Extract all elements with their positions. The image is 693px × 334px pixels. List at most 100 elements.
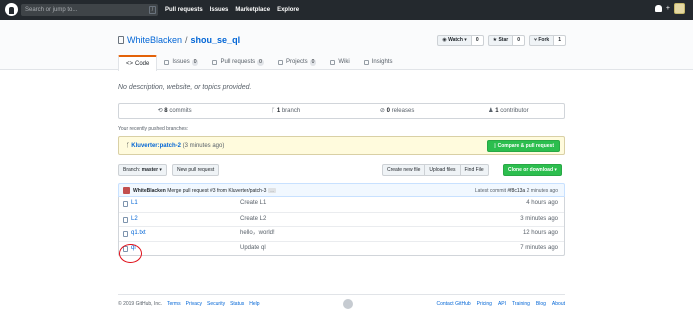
- commit-expand-button[interactable]: ...: [268, 188, 276, 193]
- file-commit-message[interactable]: Create L1: [240, 197, 266, 210]
- repo-name-link[interactable]: shou_se_ql: [191, 35, 241, 45]
- file-age: 4 hours ago: [526, 200, 558, 206]
- footer-link[interactable]: Blog: [536, 301, 546, 307]
- header-nav: Pull requests Issues Marketplace Explore: [165, 0, 299, 20]
- create-new-file-button[interactable]: Create new file: [382, 164, 426, 176]
- watch-group: ◉ Watch ▾ 0: [437, 35, 484, 46]
- repo-actions: ◉ Watch ▾ 0 ★ Star 0 ⑂ Fork 1: [437, 35, 566, 46]
- pr-counter: 0: [257, 59, 264, 66]
- footer-right: Contact GitHub Pricing API Training Blog…: [436, 301, 565, 307]
- github-logo-icon[interactable]: [5, 3, 18, 16]
- watch-button[interactable]: ◉ Watch ▾: [437, 35, 472, 46]
- recent-branches-label: Your recently pushed branches:: [118, 126, 189, 132]
- nav-marketplace[interactable]: Marketplace: [235, 7, 270, 13]
- search-placeholder: Search or jump to...: [25, 7, 78, 13]
- upload-files-button[interactable]: Upload files: [424, 164, 461, 176]
- recent-branch: ᚴ Kluverter:patch-2 (3 minutes ago): [126, 143, 224, 149]
- footer-link[interactable]: API: [498, 301, 506, 307]
- branch-select[interactable]: Branch: master ▾: [118, 164, 167, 176]
- nav-explore[interactable]: Explore: [277, 7, 299, 13]
- star-group: ★ Star 0: [487, 35, 525, 46]
- file-name-link[interactable]: L2: [131, 213, 138, 226]
- footer-link[interactable]: Status: [230, 301, 244, 307]
- footer-link[interactable]: Pricing: [477, 301, 492, 307]
- commit-message-link[interactable]: Merge pull request #3 from Kluverter/pat…: [167, 188, 266, 194]
- file-name-link[interactable]: q1.txt: [131, 227, 146, 240]
- recent-branch-flash: ᚴ Kluverter:patch-2 (3 minutes ago) ▯ Co…: [118, 136, 565, 155]
- tab-pull-requests[interactable]: Pull requests 0: [205, 55, 270, 70]
- pull-request-icon: [212, 60, 218, 65]
- footer-copyright: © 2019 GitHub, Inc.: [118, 301, 162, 307]
- file-commit-message[interactable]: Update ql: [240, 242, 266, 255]
- commit-message: WhiteBlacken Merge pull request #3 from …: [133, 188, 276, 194]
- footer-link[interactable]: About: [552, 301, 565, 307]
- code-icon: <>: [126, 60, 134, 67]
- latest-commit-info: Latest commit #f8c13a 2 minutes ago: [474, 188, 558, 194]
- commits-link[interactable]: ⟲ 8 commits: [119, 104, 230, 118]
- recent-branch-time: (3 minutes ago): [182, 143, 225, 149]
- find-file-button[interactable]: Find File: [459, 164, 489, 176]
- search-input[interactable]: Search or jump to... /: [21, 4, 158, 16]
- issues-counter: 0: [191, 59, 199, 66]
- footer-link[interactable]: Terms: [167, 301, 181, 307]
- footer-left: © 2019 GitHub, Inc. Terms Privacy Securi…: [118, 301, 260, 307]
- compare-pull-request-button[interactable]: ▯ Compare & pull request: [487, 140, 560, 152]
- footer-link[interactable]: Security: [207, 301, 225, 307]
- new-pull-request-button[interactable]: New pull request: [172, 164, 220, 176]
- nav-issues[interactable]: Issues: [210, 7, 229, 13]
- commit-author[interactable]: WhiteBlacken: [133, 188, 166, 194]
- recent-branch-link[interactable]: Kluverter:patch-2: [131, 143, 181, 149]
- clone-download-button[interactable]: Clone or download ▾: [503, 164, 562, 176]
- file-row: L1 Create L1 4 hours ago: [119, 197, 564, 212]
- repo-separator: /: [185, 35, 188, 45]
- footer-link[interactable]: Privacy: [186, 301, 202, 307]
- repo-owner-link[interactable]: WhiteBlacken: [127, 35, 182, 45]
- fork-count[interactable]: 1: [554, 35, 566, 46]
- file-commit-message[interactable]: Create L2: [240, 213, 266, 226]
- graph-icon: [363, 60, 369, 65]
- tab-projects[interactable]: Projects 0: [271, 55, 323, 70]
- tab-insights[interactable]: Insights: [357, 55, 400, 70]
- tab-wiki[interactable]: Wiki: [323, 55, 356, 70]
- file-name-link[interactable]: L1: [131, 197, 138, 210]
- avatar[interactable]: [674, 3, 685, 14]
- plus-dropdown[interactable]: +: [666, 5, 670, 12]
- tab-issues[interactable]: Issues 0: [157, 55, 205, 70]
- file-icon: [123, 201, 128, 207]
- projects-counter: 0: [309, 59, 317, 66]
- bell-icon[interactable]: [654, 5, 662, 12]
- commit-sha[interactable]: #f8c13a: [507, 188, 525, 194]
- star-count[interactable]: 0: [513, 35, 525, 46]
- branches-link[interactable]: ᚴ 1 branch: [230, 104, 341, 118]
- tab-code[interactable]: <> Code: [118, 55, 158, 71]
- releases-link[interactable]: ⊘ 0 releases: [342, 104, 453, 118]
- numbers-summary: ⟲ 8 commits ᚴ 1 branch ⊘ 0 releases ♟ 1 …: [118, 103, 565, 119]
- author-avatar[interactable]: [123, 187, 130, 194]
- latest-commit-bar: WhiteBlacken Merge pull request #3 from …: [118, 183, 565, 197]
- watch-count[interactable]: 0: [471, 35, 484, 46]
- file-row: q1.txt hello，world! 12 hours ago: [119, 226, 564, 241]
- footer-link[interactable]: Contact GitHub: [436, 301, 470, 307]
- repo-header: WhiteBlacken / shou_se_ql ◉ Watch ▾ 0 ★ …: [0, 20, 693, 71]
- repo-icon: [118, 36, 124, 44]
- file-age: 7 minutes ago: [520, 244, 558, 251]
- footer: © 2019 GitHub, Inc. Terms Privacy Securi…: [118, 294, 565, 309]
- nav-pull-requests[interactable]: Pull requests: [165, 7, 203, 13]
- contributors-link[interactable]: ♟ 1 contributor: [453, 104, 564, 118]
- file-list: L1 Create L1 4 hours ago L2 Create L2 3 …: [118, 197, 565, 256]
- footer-link[interactable]: Help: [249, 301, 259, 307]
- search-shortcut-key: /: [149, 6, 156, 14]
- fork-button[interactable]: ⑂ Fork: [528, 35, 555, 46]
- github-mark-icon[interactable]: [343, 299, 353, 309]
- tag-icon: ⊘: [379, 108, 387, 114]
- repo-title: WhiteBlacken / shou_se_ql: [118, 35, 240, 45]
- file-age: 12 hours ago: [522, 230, 558, 236]
- file-commit-message[interactable]: hello，world!: [240, 227, 275, 240]
- header-right: +: [654, 3, 685, 14]
- issue-icon: [164, 60, 170, 65]
- repo-description: No description, website, or topics provi…: [118, 84, 252, 91]
- file-icon: [123, 216, 128, 223]
- fork-group: ⑂ Fork 1: [528, 35, 566, 46]
- star-button[interactable]: ★ Star: [487, 35, 514, 46]
- footer-link[interactable]: Training: [512, 301, 530, 307]
